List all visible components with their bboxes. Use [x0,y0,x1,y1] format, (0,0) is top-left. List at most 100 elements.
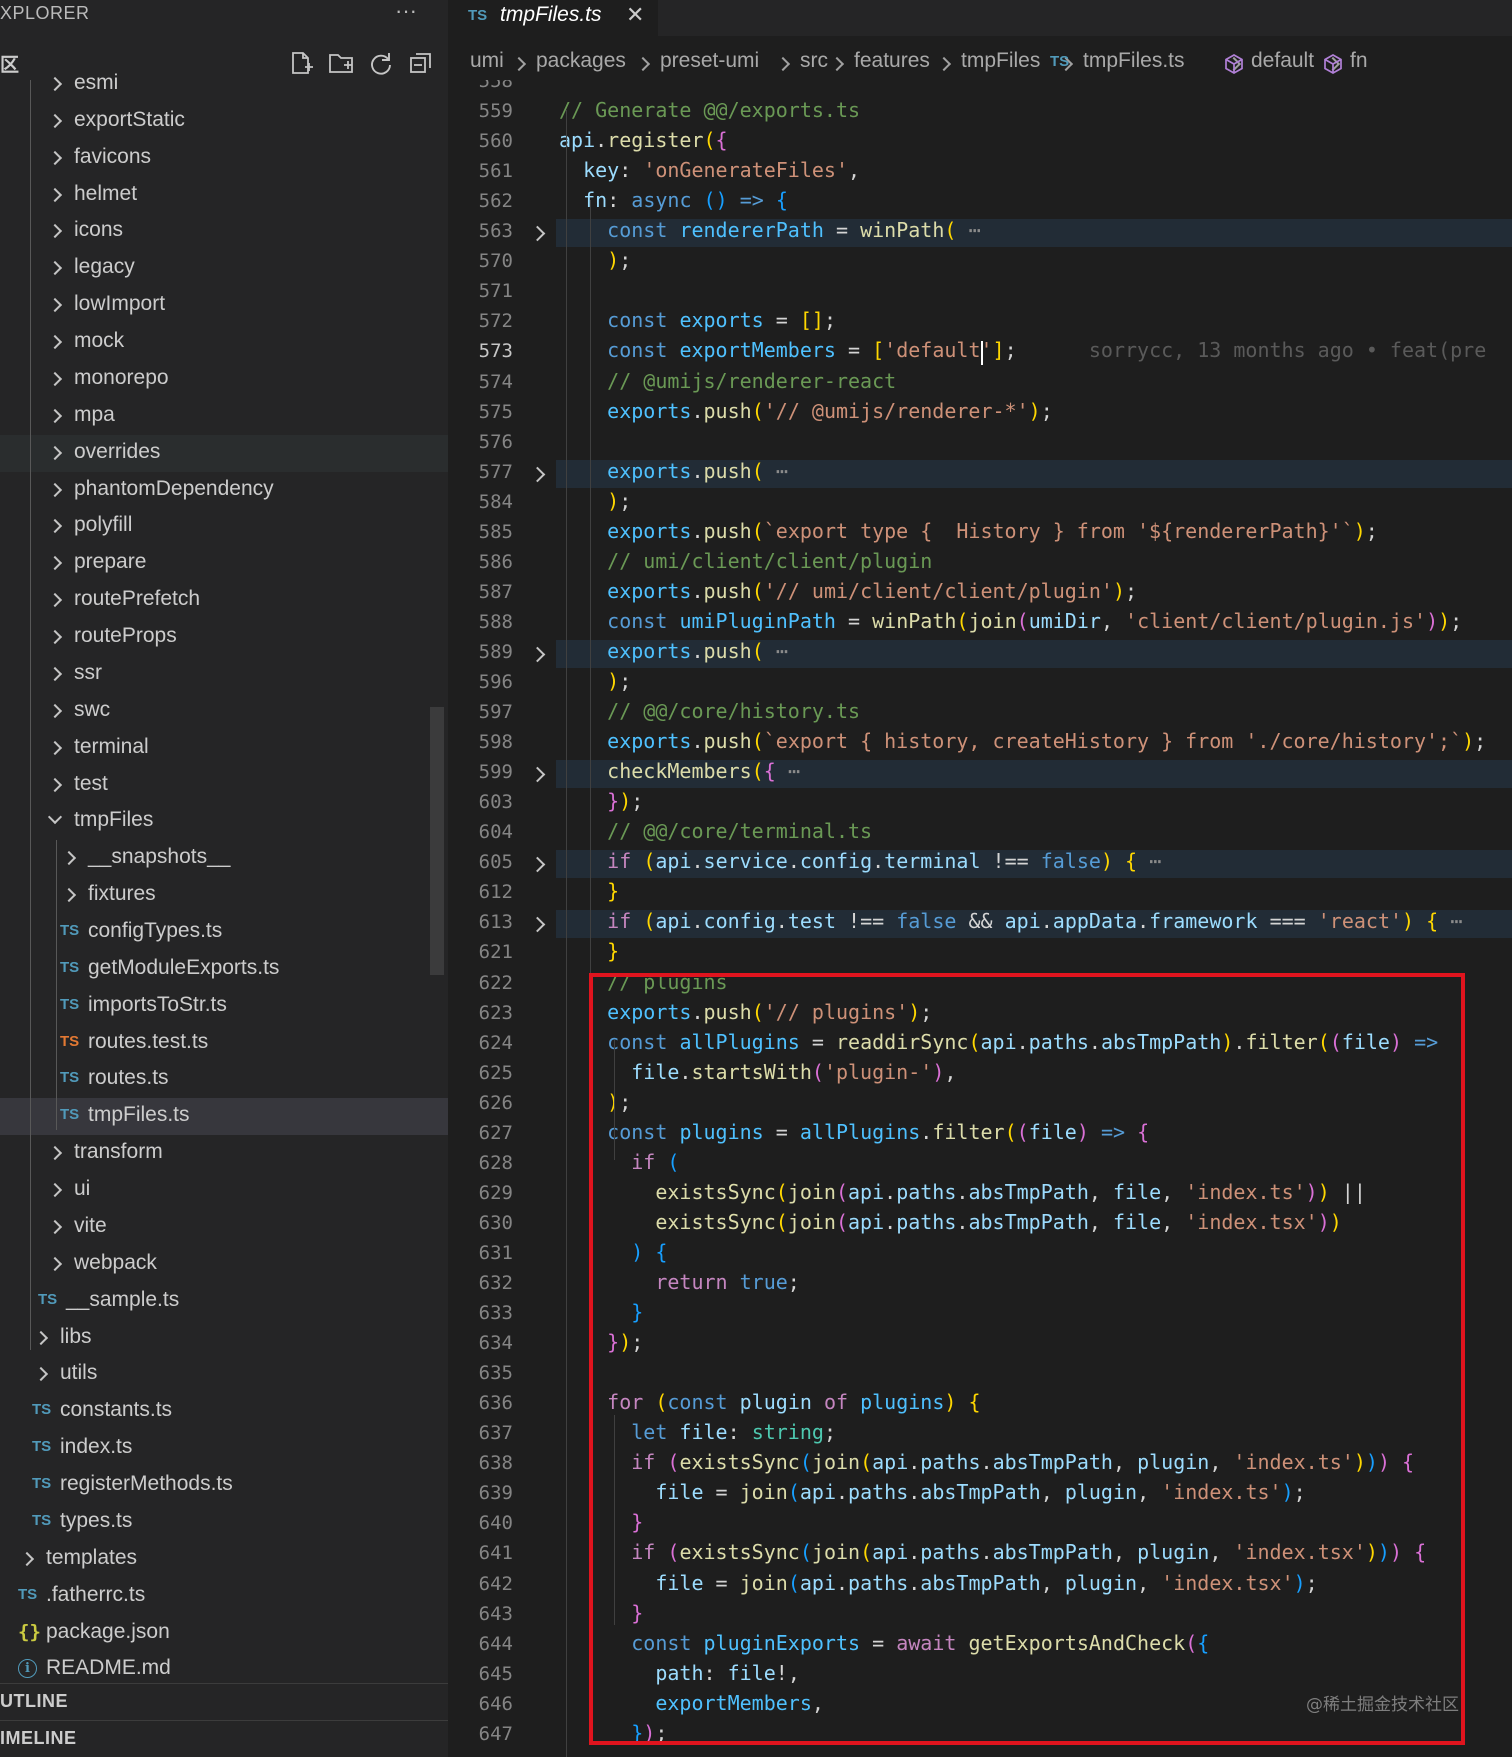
code-line[interactable]: const rendererPath = winPath( ⋯ [559,218,980,242]
tree-file[interactable]: TS types.ts [0,1504,448,1541]
breadcrumb-item[interactable]: tmpFiles [961,49,1040,73]
tree-folder[interactable]: monorepo [0,361,448,398]
tree-folder[interactable]: swc [0,693,448,730]
line-number: 561 [478,160,513,183]
close-icon[interactable]: ✕ [626,2,644,28]
tree-file[interactable]: TS configTypes.ts [0,914,448,951]
tree-folder[interactable]: mock [0,324,448,361]
fold-chevron-icon[interactable] [529,917,546,933]
chevron-right-icon [829,56,845,72]
code-line[interactable]: const umiPluginPath = winPath(join(umiDi… [559,609,1462,633]
indent-guide [566,110,567,1757]
fold-chevron-icon[interactable] [529,857,546,873]
tree-folder[interactable]: lowImport [0,287,448,324]
code-line[interactable]: exports.push('// umi/client/client/plugi… [559,579,1137,603]
more-actions-icon[interactable]: ··· [395,0,417,24]
tree-file[interactable]: TS tmpFiles.ts [0,1098,448,1136]
tree-file[interactable]: {} package.json [0,1615,448,1652]
tree-folder[interactable]: ssr [0,656,448,693]
code-line[interactable]: // @umijs/renderer-react [559,369,896,393]
code-line[interactable]: if (api.config.test !== false && api.app… [559,909,1462,933]
code-line[interactable]: exports.push( ⋯ [559,639,788,663]
tree-folder[interactable]: fixtures [0,877,448,914]
tree-folder[interactable]: favicons [0,140,448,177]
tree-file[interactable]: TS routes.ts [0,1061,448,1098]
fold-chevron-icon[interactable] [529,766,546,783]
fold-chevron-icon[interactable] [529,466,546,482]
line-number: 635 [478,1362,513,1385]
code-line[interactable]: exports.push( ⋯ [559,459,788,483]
tree-folder[interactable]: overrides [0,434,448,472]
tree-folder[interactable]: tmpFiles [0,803,448,840]
breadcrumb-item[interactable]: preset-umi [660,49,759,73]
chevron-right-icon [47,629,63,645]
code-line[interactable]: if (api.service.config.terminal !== fals… [559,849,1161,873]
code-line[interactable]: ); [559,248,631,272]
tree-file[interactable]: TS constants.ts [0,1393,448,1430]
tree-folder[interactable]: terminal [0,730,448,767]
breadcrumb-item[interactable]: fn [1350,49,1368,73]
tree-folder[interactable]: icons [0,213,448,250]
code-line[interactable]: checkMembers({ ⋯ [559,759,800,783]
tree-folder[interactable]: __snapshots__ [0,840,448,877]
tree-item-label: types.ts [60,1508,133,1532]
code-line[interactable]: // @@/core/terminal.ts [559,819,872,843]
line-number: 586 [478,550,513,573]
timeline-panel-header[interactable]: IMELINE [0,1720,448,1757]
tree-file[interactable]: TS __sample.ts [0,1283,448,1320]
tab-tmpfiles[interactable]: TS tmpFiles.ts ✕ [448,0,658,36]
tree-folder[interactable]: webpack [0,1246,448,1283]
tree-folder[interactable]: legacy [0,250,448,287]
tree-folder[interactable]: phantomDependency [0,472,448,509]
tree-folder[interactable]: transform [0,1135,448,1172]
line-number: 639 [478,1482,513,1505]
breadcrumb-item[interactable]: umi [470,49,504,73]
breadcrumb-item[interactable]: packages [536,49,626,73]
tree-folder[interactable]: vite [0,1209,448,1246]
code-line[interactable]: ); [559,489,631,513]
tree-folder[interactable]: templates [0,1541,448,1578]
tree-file[interactable]: TS getModuleExports.ts [0,951,448,988]
fold-chevron-icon[interactable] [529,225,546,242]
code-line[interactable]: exports.push(`export { history, createHi… [559,729,1486,753]
tree-folder[interactable]: esmi [0,66,448,103]
sidebar-scrollbar[interactable] [430,707,444,975]
code-line[interactable]: // @@/core/history.ts [559,699,860,723]
tree-folder[interactable]: utils [0,1356,448,1393]
tree-folder[interactable]: prepare [0,545,448,582]
code-line[interactable]: exports.push(`export type { History } fr… [559,519,1378,543]
tree-folder[interactable]: helmet [0,177,448,214]
code-line[interactable]: key: 'onGenerateFiles', [559,158,860,182]
code-line[interactable]: const exports = []; [559,308,836,332]
tree-folder[interactable]: mpa [0,398,448,435]
fold-chevron-icon[interactable] [529,646,546,663]
code-line[interactable]: // umi/client/client/plugin [559,549,932,573]
line-number: 624 [478,1031,513,1054]
tree-folder[interactable]: libs [0,1320,448,1357]
tree-file[interactable]: TS importsToStr.ts [0,988,448,1025]
line-number: 628 [478,1151,513,1174]
code-line[interactable]: api.register({ [559,128,728,152]
code-line[interactable]: const exportMembers = ['default']; sorry… [559,338,1486,362]
tree-folder[interactable]: test [0,767,448,804]
breadcrumb-item[interactable]: features [854,49,930,73]
tree-folder[interactable]: routeProps [0,619,448,656]
code-line[interactable]: fn: async () => { [559,188,788,212]
line-number: 643 [478,1602,513,1625]
tree-file[interactable]: TS routes.test.ts [0,1025,448,1062]
tree-folder[interactable]: ui [0,1172,448,1209]
code-line[interactable]: exports.push('// @umijs/renderer-*'); [559,399,1053,423]
breadcrumb-item[interactable]: src [800,49,828,73]
breadcrumb-item[interactable]: default [1251,49,1314,73]
code-line[interactable]: }); [559,789,643,813]
outline-panel-header[interactable]: UTLINE [0,1683,448,1720]
code-line[interactable]: // Generate @@/exports.ts [559,98,860,122]
tree-folder[interactable]: routePrefetch [0,582,448,619]
tree-file[interactable]: TS registerMethods.ts [0,1467,448,1504]
tree-folder[interactable]: exportStatic [0,103,448,140]
code-line[interactable]: ); [559,669,631,693]
tree-folder[interactable]: polyfill [0,508,448,545]
tree-file[interactable]: TS .fatherrc.ts [0,1578,448,1615]
breadcrumb-item[interactable]: tmpFiles.ts [1083,49,1185,73]
tree-file[interactable]: TS index.ts [0,1430,448,1467]
